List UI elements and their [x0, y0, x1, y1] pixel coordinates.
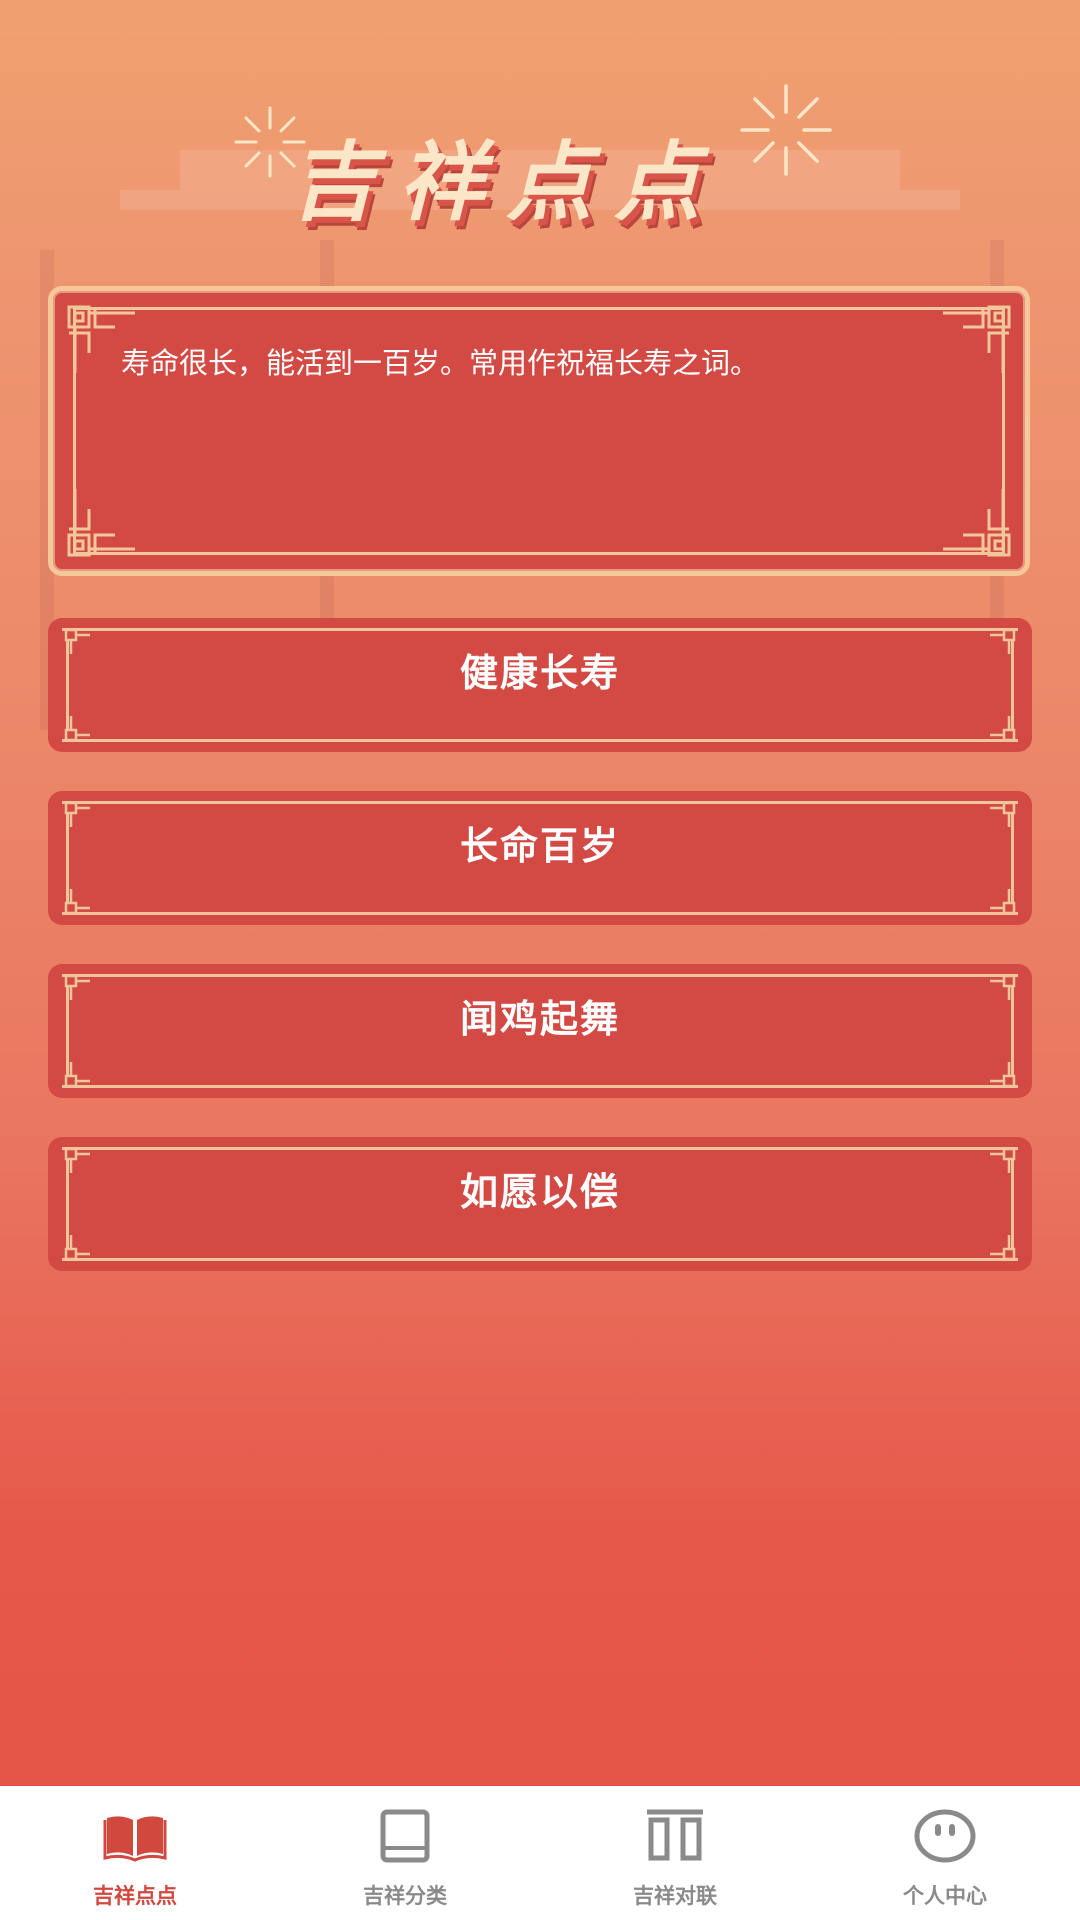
tab-label: 吉祥点点: [93, 1884, 177, 1908]
face-icon: [914, 1809, 976, 1863]
option-label: 如愿以偿: [459, 1170, 620, 1214]
tab-label: 吉祥对联: [633, 1884, 717, 1908]
tab-jixiang-diandian[interactable]: 吉祥点点: [0, 1786, 270, 1920]
description-card: 寿命很长，能活到一百岁。常用作祝福长寿之词。: [48, 286, 1030, 576]
header: 吉祥点点: [0, 84, 1080, 240]
couplet-icon: [647, 1809, 703, 1861]
page-title: 吉祥点点: [290, 132, 722, 233]
corner-ornament-icon: [67, 489, 135, 557]
option-button-1[interactable]: 健康长寿: [48, 618, 1032, 752]
open-book-icon: [103, 1816, 167, 1862]
bottom-tab-bar: 吉祥点点 吉祥分类 吉祥对联 个人中心: [0, 1786, 1080, 1920]
tab-label: 吉祥分类: [363, 1884, 447, 1908]
tab-label: 个人中心: [903, 1884, 987, 1908]
tab-geren-zhongxin[interactable]: 个人中心: [810, 1786, 1080, 1920]
description-text: 寿命很长，能活到一百岁。常用作祝福长寿之词。: [121, 346, 760, 380]
option-button-2[interactable]: 长命百岁: [48, 791, 1032, 925]
firework-right-icon: [740, 84, 832, 176]
option-label: 长命百岁: [459, 824, 620, 868]
tab-jixiang-duilian[interactable]: 吉祥对联: [540, 1786, 810, 1920]
option-button-4[interactable]: 如愿以偿: [48, 1137, 1032, 1271]
option-label: 健康长寿: [459, 651, 620, 695]
option-button-3[interactable]: 闻鸡起舞: [48, 964, 1032, 1098]
tab-jixiang-fenlei[interactable]: 吉祥分类: [270, 1786, 540, 1920]
option-label: 闻鸡起舞: [459, 997, 620, 1041]
book-icon: [380, 1809, 430, 1863]
corner-ornament-icon: [943, 489, 1011, 557]
